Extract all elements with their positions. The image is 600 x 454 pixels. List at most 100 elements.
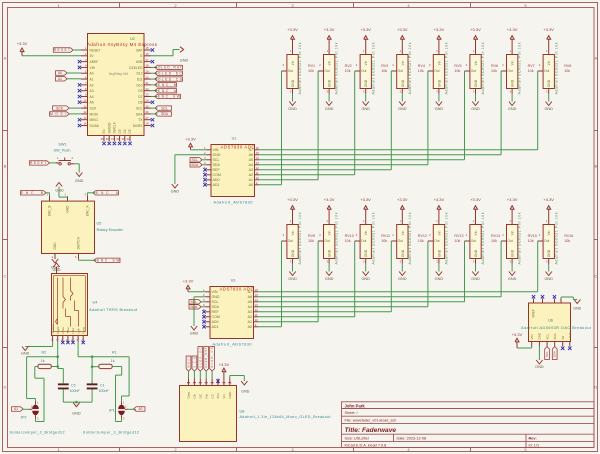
svg-text:A1: A1: [58, 77, 62, 81]
svg-text:+3.3V: +3.3V: [219, 362, 230, 367]
svg-text:GND: GND: [190, 331, 199, 335]
svg-text:Adafruit AD5693R DAC Breakout: Adafruit AD5693R DAC Breakout: [521, 326, 592, 330]
svg-text:12: 12: [83, 110, 87, 114]
svg-text:C1: C1: [100, 383, 105, 387]
svg-text:Vin: Vin: [291, 60, 295, 65]
svg-text:RSw: RSw: [61, 326, 65, 333]
svg-text:RV13: RV13: [454, 234, 463, 238]
svg-text:Vin: Vin: [222, 394, 226, 399]
svg-text:U4: U4: [93, 301, 98, 305]
svg-text:18: 18: [146, 64, 150, 68]
svg-text:Rev:: Rev:: [529, 436, 537, 440]
svg-text:Out: Out: [434, 69, 439, 73]
svg-text:GND: GND: [55, 188, 64, 192]
svg-text:SCK: SCK: [56, 106, 64, 110]
svg-text:GND: GND: [53, 268, 61, 272]
svg-text:Adafruit SC6021 Pot 10k: Adafruit SC6021 Pot 10k: [481, 212, 485, 264]
svg-text:GND: GND: [474, 249, 478, 257]
svg-text:10k: 10k: [454, 69, 460, 73]
svg-text:VIN: VIN: [213, 148, 219, 152]
svg-text:DC: DC: [199, 393, 203, 398]
svg-text:Adafruit SC6021 Pot 10k: Adafruit SC6021 Pot 10k: [298, 42, 302, 94]
svg-text:GND: GND: [180, 59, 189, 63]
svg-text:A1: A1: [14, 407, 18, 411]
svg-text:RV12: RV12: [418, 234, 427, 238]
svg-text:ENC_SW: ENC_SW: [97, 259, 120, 263]
svg-text:A0: A0: [138, 407, 142, 411]
svg-text:En: En: [102, 129, 106, 133]
svg-text:GND: GND: [547, 79, 551, 87]
svg-text:D2/A6: D2/A6: [90, 124, 99, 128]
svg-text:RV5: RV5: [454, 64, 461, 68]
svg-text:28: 28: [146, 122, 150, 126]
svg-text:21: 21: [146, 81, 150, 85]
svg-text:Vin: Vin: [474, 60, 478, 65]
svg-text:RV4: RV4: [418, 64, 425, 68]
svg-text:Out: Out: [544, 69, 549, 73]
svg-text:SDA: SDA: [553, 351, 557, 357]
svg-text:R2: R2: [42, 351, 47, 355]
svg-text:A7: A7: [249, 148, 253, 152]
svg-text:OLED_RST: OLED_RST: [204, 347, 208, 368]
svg-text:+3.3V: +3.3V: [360, 27, 371, 32]
svg-text:A0: A0: [90, 72, 94, 76]
svg-text:Adafruit SC6021 Pot 10k: Adafruit SC6021 Pot 10k: [408, 212, 412, 264]
svg-text:SDA: SDA: [191, 163, 199, 167]
svg-text:SCL: SCL: [136, 107, 143, 111]
svg-text:U6: U6: [548, 319, 553, 323]
svg-text:A0: A0: [248, 325, 252, 329]
svg-text:GND: GND: [364, 249, 368, 257]
svg-text:+3.3V: +3.3V: [507, 197, 518, 202]
svg-text:26: 26: [146, 110, 150, 114]
svg-text:ENC_A: ENC_A: [86, 205, 90, 217]
svg-text:A3: A3: [249, 168, 253, 172]
svg-text:A5: A5: [248, 300, 252, 304]
svg-text:SDA: SDA: [190, 305, 198, 309]
svg-text:10k: 10k: [308, 69, 314, 73]
svg-text:A2: A2: [248, 315, 252, 319]
svg-text:Out: Out: [361, 69, 366, 73]
svg-text:D: D: [4, 385, 7, 390]
svg-text:Out: Out: [361, 239, 366, 243]
svg-text:Adafruit SC6021 Pot 10k: Adafruit SC6021 Pot 10k: [371, 42, 375, 94]
svg-text:10k: 10k: [381, 69, 387, 73]
svg-text:D7: D7: [138, 95, 142, 99]
svg-text:OLED_DC: OLED_DC: [158, 71, 183, 75]
svg-text:GND: GND: [228, 391, 232, 399]
svg-text:ENC_SW: ENC_SW: [158, 95, 181, 99]
svg-text:GND: GND: [325, 107, 334, 111]
svg-text:+3.3V: +3.3V: [470, 197, 481, 202]
svg-text:GND: GND: [398, 277, 407, 281]
svg-text:COM: COM: [213, 173, 221, 177]
svg-text:A: A: [4, 56, 7, 61]
svg-text:Adafruit SC6021 Pot 10k: Adafruit SC6021 Pot 10k: [518, 42, 522, 94]
svg-text:GND: GND: [544, 107, 553, 111]
svg-text:Out: Out: [288, 69, 293, 73]
svg-text:SCK: SCK: [192, 357, 196, 368]
svg-text:B: B: [594, 164, 597, 169]
svg-text:REF: REF: [212, 310, 220, 314]
svg-text:SDA: SDA: [212, 305, 220, 309]
svg-text:+3.3V: +3.3V: [507, 27, 518, 32]
svg-text:+3.3V: +3.3V: [17, 41, 28, 46]
svg-text:Title: Faderwave: Title: Faderwave: [345, 427, 397, 434]
svg-text:27: 27: [146, 116, 150, 120]
svg-text:100nF: 100nF: [70, 389, 81, 393]
svg-text:Vin: Vin: [364, 60, 368, 65]
svg-text:+3.3V: +3.3V: [287, 27, 298, 32]
svg-text:Vin: Vin: [328, 230, 332, 235]
svg-text:RV3: RV3: [381, 64, 388, 68]
svg-text:C: C: [4, 274, 7, 279]
svg-text:D11: D11: [137, 77, 143, 81]
svg-text:RV7: RV7: [528, 64, 535, 68]
svg-text:C: C: [594, 274, 597, 279]
svg-text:VHI: VHI: [90, 66, 96, 70]
svg-text:GND: GND: [21, 352, 30, 356]
svg-text:SDA: SDA: [161, 112, 169, 116]
svg-text:GND: GND: [435, 107, 444, 111]
svg-text:Vin: Vin: [437, 60, 441, 65]
svg-text:USB: USB: [136, 60, 144, 64]
svg-text:AD0: AD0: [212, 320, 219, 324]
svg-text:A2: A2: [90, 83, 94, 87]
svg-text:LDAC: LDAC: [568, 331, 572, 340]
